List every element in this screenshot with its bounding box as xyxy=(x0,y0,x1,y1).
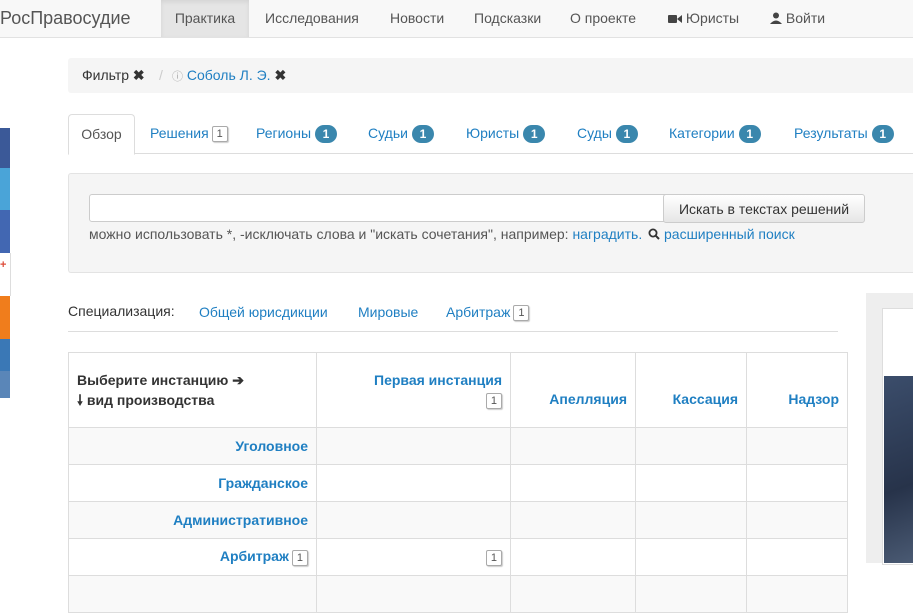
spec-magistrate[interactable]: Мировые xyxy=(358,304,418,320)
col-cassation[interactable]: Кассация xyxy=(635,352,747,428)
lawyers-count: 1 xyxy=(523,125,546,144)
row-civil[interactable]: Гражданское xyxy=(218,475,308,491)
arrow-right-icon: ➔ xyxy=(232,372,244,388)
tab-decisions[interactable]: Решения 1 xyxy=(150,114,228,153)
col-appeal[interactable]: Апелляция xyxy=(510,352,636,428)
filter-label: Фильтр ✖ xyxy=(82,67,145,83)
share-facebook-button[interactable] xyxy=(0,210,10,253)
tab-categories[interactable]: Категории 1 xyxy=(669,114,761,153)
video-camera-icon xyxy=(668,15,682,23)
user-icon xyxy=(770,12,782,24)
table-row xyxy=(68,575,848,613)
remove-filter-icon[interactable]: ✖ xyxy=(133,67,145,83)
tab-overview[interactable]: Обзор xyxy=(68,114,135,155)
search-icon xyxy=(648,228,660,240)
row-criminal[interactable]: Уголовное xyxy=(235,438,308,454)
search-panel: Искать в текстах решений можно использов… xyxy=(68,173,913,273)
row-arbitrage-count: 1 xyxy=(291,549,308,566)
spec-arbitrage[interactable]: Арбитраж 1 xyxy=(446,304,530,322)
specialization-label: Специализация: xyxy=(68,303,175,319)
nav-login[interactable]: Войти xyxy=(770,0,825,37)
nav-research[interactable]: Исследования xyxy=(265,0,359,37)
categories-count: 1 xyxy=(738,125,761,144)
right-panel-image xyxy=(884,376,913,563)
judges-count: 1 xyxy=(411,125,434,144)
nav-lawyers[interactable]: Юристы xyxy=(668,0,739,37)
nav-about[interactable]: О проекте xyxy=(570,0,636,37)
tab-regions[interactable]: Регионы 1 xyxy=(256,114,338,153)
tab-lawyers[interactable]: Юристы 1 xyxy=(466,114,546,153)
table-row: Арбитраж 1 1 xyxy=(68,538,848,576)
share-google-plus-button[interactable]: + xyxy=(0,253,11,296)
share-email-button[interactable] xyxy=(0,339,10,371)
share-twitter-button[interactable] xyxy=(0,168,10,210)
search-input[interactable] xyxy=(89,194,669,222)
search-button[interactable]: Искать в текстах решений xyxy=(663,194,865,223)
tabs: Обзор Решения 1 Регионы 1 Судьи 1 Юристы 1 С… xyxy=(68,114,913,155)
table-row: Административное xyxy=(68,501,848,539)
row-administrative[interactable]: Административное xyxy=(173,512,308,528)
regions-count: 1 xyxy=(315,125,338,144)
row-arbitrage[interactable]: Арбитраж xyxy=(220,548,289,564)
divider xyxy=(68,331,838,332)
nav-news[interactable]: Новости xyxy=(390,0,444,37)
site-brand[interactable]: РосПравосудие xyxy=(0,8,131,29)
share-vk-button[interactable] xyxy=(0,128,10,168)
courts-count: 1 xyxy=(615,125,638,144)
table-row: Гражданское xyxy=(68,464,848,502)
filter-value[interactable]: ⓘ Соболь Л. Э. ✖ xyxy=(172,67,286,84)
top-navbar: РосПравосудие Практика Исследования Ново… xyxy=(0,0,913,38)
example-link[interactable]: наградить. xyxy=(572,226,642,242)
first-instance-count: 1 xyxy=(485,393,502,410)
search-hint: можно использовать *, -исключать слова и… xyxy=(89,226,795,242)
spec-arbitrage-count: 1 xyxy=(513,305,530,322)
tab-judges[interactable]: Судьи 1 xyxy=(368,114,434,153)
tab-results[interactable]: Результаты 1 xyxy=(794,114,894,153)
info-icon: ⓘ xyxy=(172,71,183,83)
advanced-search-link[interactable]: расширенный поиск xyxy=(664,226,795,242)
arbitrage-first-instance-count[interactable]: 1 xyxy=(485,549,502,566)
nav-tips[interactable]: Подсказки xyxy=(474,0,541,37)
remove-value-icon[interactable]: ✖ xyxy=(274,67,286,83)
plus-icon: + xyxy=(0,259,7,271)
results-count: 1 xyxy=(871,125,894,144)
share-more-button[interactable] xyxy=(0,371,10,398)
breadcrumb-separator: / xyxy=(159,67,163,83)
filter-breadcrumb: Фильтр ✖ / ⓘ Соболь Л. Э. ✖ xyxy=(68,58,913,93)
table-corner-header: Выберите инстанцию ➔ 🠗 вид производства xyxy=(68,352,317,428)
instance-table: Выберите инстанцию ➔ 🠗 вид производства … xyxy=(68,352,848,613)
table-row: Уголовное xyxy=(68,427,848,465)
share-odnoklassniki-button[interactable] xyxy=(0,296,10,339)
col-first-instance[interactable]: Первая инстанция 1 xyxy=(316,352,511,428)
spec-general[interactable]: Общей юрисдикции xyxy=(199,304,328,320)
decisions-count: 1 xyxy=(211,126,228,143)
nav-lawyers-label: Юристы xyxy=(685,10,740,26)
tab-courts[interactable]: Суды 1 xyxy=(577,114,638,153)
nav-practice[interactable]: Практика xyxy=(161,0,249,37)
arrow-down-icon: 🠗 xyxy=(77,392,84,408)
col-supervision[interactable]: Надзор xyxy=(746,352,848,428)
nav-login-label: Войти xyxy=(785,10,826,26)
